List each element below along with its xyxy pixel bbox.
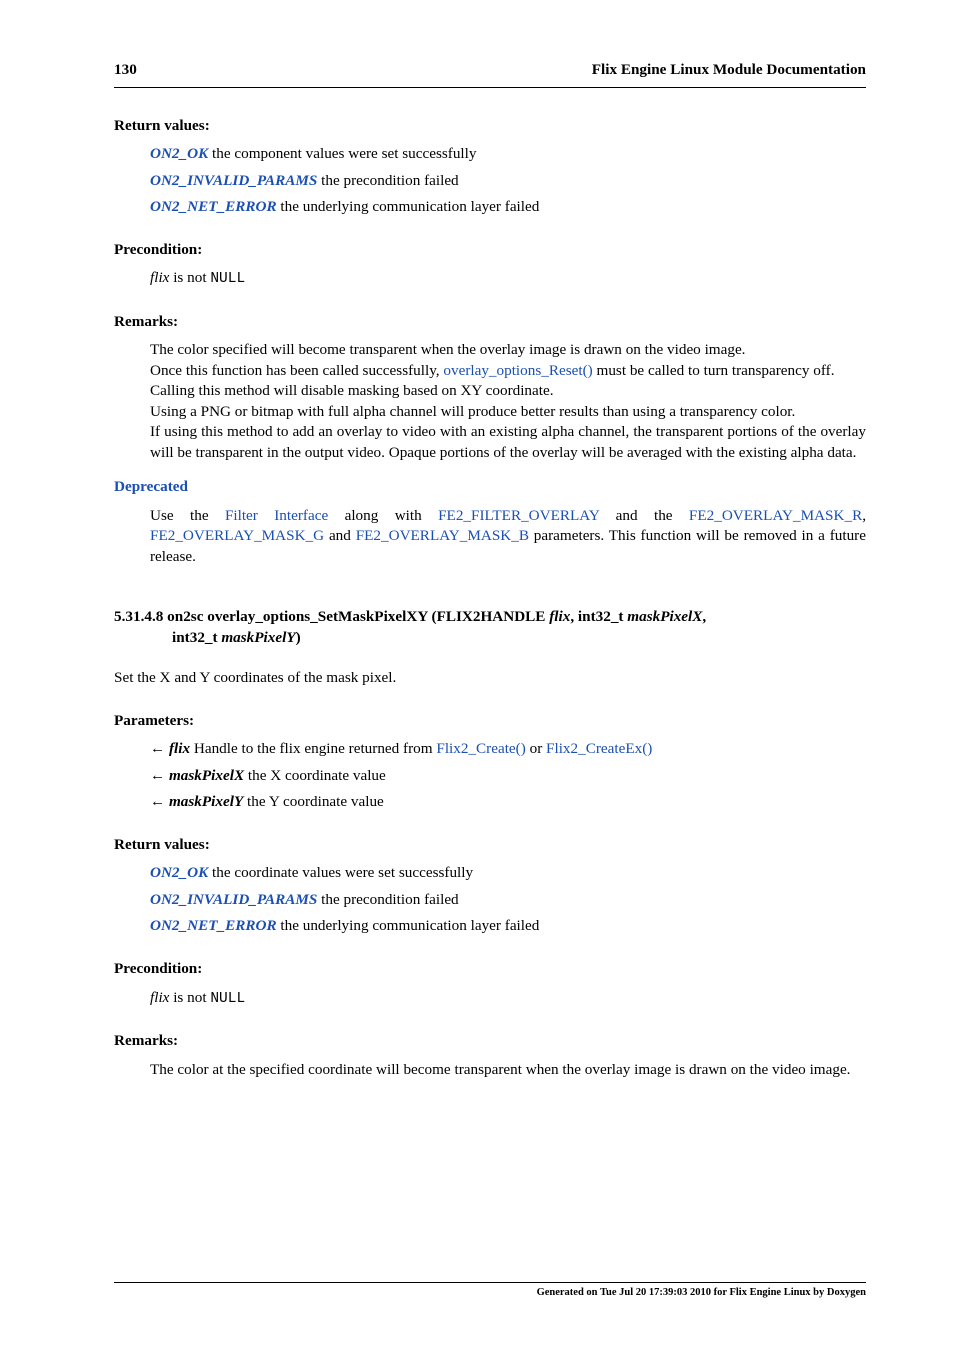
link-on2-invalid-params[interactable]: ON2_INVALID_PARAMS	[150, 891, 317, 908]
text: the Y coordinate value	[243, 793, 384, 810]
return-values-block-2: ON2_OK the coordinate values were set su…	[150, 863, 866, 937]
param-name: flix	[169, 740, 190, 757]
text: Using a PNG or bitmap with full alpha ch…	[150, 402, 866, 423]
remarks-heading-2: Remarks:	[114, 1031, 866, 1052]
text: , int32_t	[570, 608, 627, 625]
link-overlay-options-reset[interactable]: overlay_options_Reset()	[443, 362, 592, 379]
text: along with	[328, 507, 438, 524]
text: the underlying communication layer faile…	[277, 917, 540, 934]
text: the precondition failed	[317, 891, 458, 908]
deprecated-block: Use the Filter Interface along with FE2_…	[150, 506, 866, 568]
subsection-number: 5.31.4.8	[114, 608, 163, 625]
remarks-heading: Remarks:	[114, 312, 866, 333]
footer-rule	[114, 1282, 866, 1283]
text: flix	[150, 269, 169, 286]
text: the X coordinate value	[244, 767, 386, 784]
text: is not	[169, 269, 210, 286]
text: on2sc overlay_options_SetMaskPixelXY (FL…	[163, 608, 549, 625]
page-number: 130	[114, 60, 137, 81]
subsection-description: Set the X and Y coordinates of the mask …	[114, 668, 866, 689]
link-on2-ok[interactable]: ON2_OK	[150, 145, 208, 162]
text: is not	[169, 989, 210, 1006]
text: ,	[862, 507, 866, 524]
parameters-heading: Parameters:	[114, 711, 866, 732]
subsection-heading: 5.31.4.8 on2sc overlay_options_SetMaskPi…	[114, 607, 866, 648]
link-fe2-overlay-mask-g[interactable]: FE2_OVERLAY_MASK_G	[150, 527, 324, 544]
text: and the	[599, 507, 689, 524]
text: The color specified will become transpar…	[150, 340, 866, 361]
text: Use the	[150, 507, 225, 524]
link-on2-net-error[interactable]: ON2_NET_ERROR	[150, 198, 277, 215]
text: the coordinate values were set successfu…	[208, 864, 473, 881]
arrow-left-icon: ←	[150, 767, 165, 784]
text: the component values were set successful…	[208, 145, 476, 162]
precondition-block-2: flix is not NULL	[150, 988, 866, 1010]
link-filter-interface[interactable]: Filter Interface	[225, 507, 328, 524]
link-fe2-filter-overlay[interactable]: FE2_FILTER_OVERLAY	[438, 507, 599, 524]
header-title: Flix Engine Linux Module Documentation	[592, 60, 866, 81]
text: or	[526, 740, 546, 757]
precondition-block: flix is not NULL	[150, 268, 866, 290]
parameters-block: ← flix Handle to the flix engine returne…	[150, 739, 866, 813]
text: Handle to the flix engine returned from	[190, 740, 436, 757]
link-fe2-overlay-mask-r[interactable]: FE2_OVERLAY_MASK_R	[689, 507, 862, 524]
link-on2-net-error[interactable]: ON2_NET_ERROR	[150, 917, 277, 934]
link-flix2-createex[interactable]: Flix2_CreateEx()	[546, 740, 652, 757]
param-maskpixelx: maskPixelX	[627, 608, 702, 625]
text: Calling this method will disable masking…	[150, 381, 866, 402]
text: the underlying communication layer faile…	[277, 198, 540, 215]
arrow-left-icon: ←	[150, 740, 165, 757]
return-values-heading-2: Return values:	[114, 835, 866, 856]
param-maskpixely: maskPixelY	[221, 629, 295, 646]
text: the precondition failed	[317, 172, 458, 189]
precondition-heading-2: Precondition:	[114, 959, 866, 980]
precondition-heading: Precondition:	[114, 240, 866, 261]
page: 130 Flix Engine Linux Module Documentati…	[0, 0, 954, 1350]
code-null: NULL	[210, 991, 245, 1007]
text: Once this function has been called succe…	[150, 362, 443, 379]
footer-text: Generated on Tue Jul 20 17:39:03 2010 fo…	[114, 1286, 866, 1300]
link-flix2-create[interactable]: Flix2_Create()	[436, 740, 525, 757]
text: If using this method to add an overlay t…	[150, 422, 866, 463]
link-on2-invalid-params[interactable]: ON2_INVALID_PARAMS	[150, 172, 317, 189]
link-on2-ok[interactable]: ON2_OK	[150, 864, 208, 881]
text: The color at the specified coordinate wi…	[150, 1060, 866, 1081]
text: must be called to turn transparency off.	[593, 362, 835, 379]
text: )	[296, 629, 301, 646]
link-deprecated[interactable]: Deprecated	[114, 478, 188, 495]
header-rule	[114, 87, 866, 88]
text: int32_t	[172, 629, 221, 646]
link-fe2-overlay-mask-b[interactable]: FE2_OVERLAY_MASK_B	[356, 527, 529, 544]
text: and	[324, 527, 356, 544]
code-null: NULL	[210, 271, 245, 287]
text: ,	[702, 608, 706, 625]
param-name: maskPixelX	[169, 767, 244, 784]
param-flix: flix	[549, 608, 570, 625]
arrow-left-icon: ←	[150, 793, 165, 810]
page-header: 130 Flix Engine Linux Module Documentati…	[114, 60, 866, 87]
param-name: maskPixelY	[169, 793, 243, 810]
page-footer: Generated on Tue Jul 20 17:39:03 2010 fo…	[114, 1282, 866, 1300]
return-values-heading: Return values:	[114, 116, 866, 137]
remarks-block: The color specified will become transpar…	[150, 340, 866, 463]
return-values-block: ON2_OK the component values were set suc…	[150, 144, 866, 218]
text: flix	[150, 989, 169, 1006]
remarks-block-2: The color at the specified coordinate wi…	[150, 1060, 866, 1081]
